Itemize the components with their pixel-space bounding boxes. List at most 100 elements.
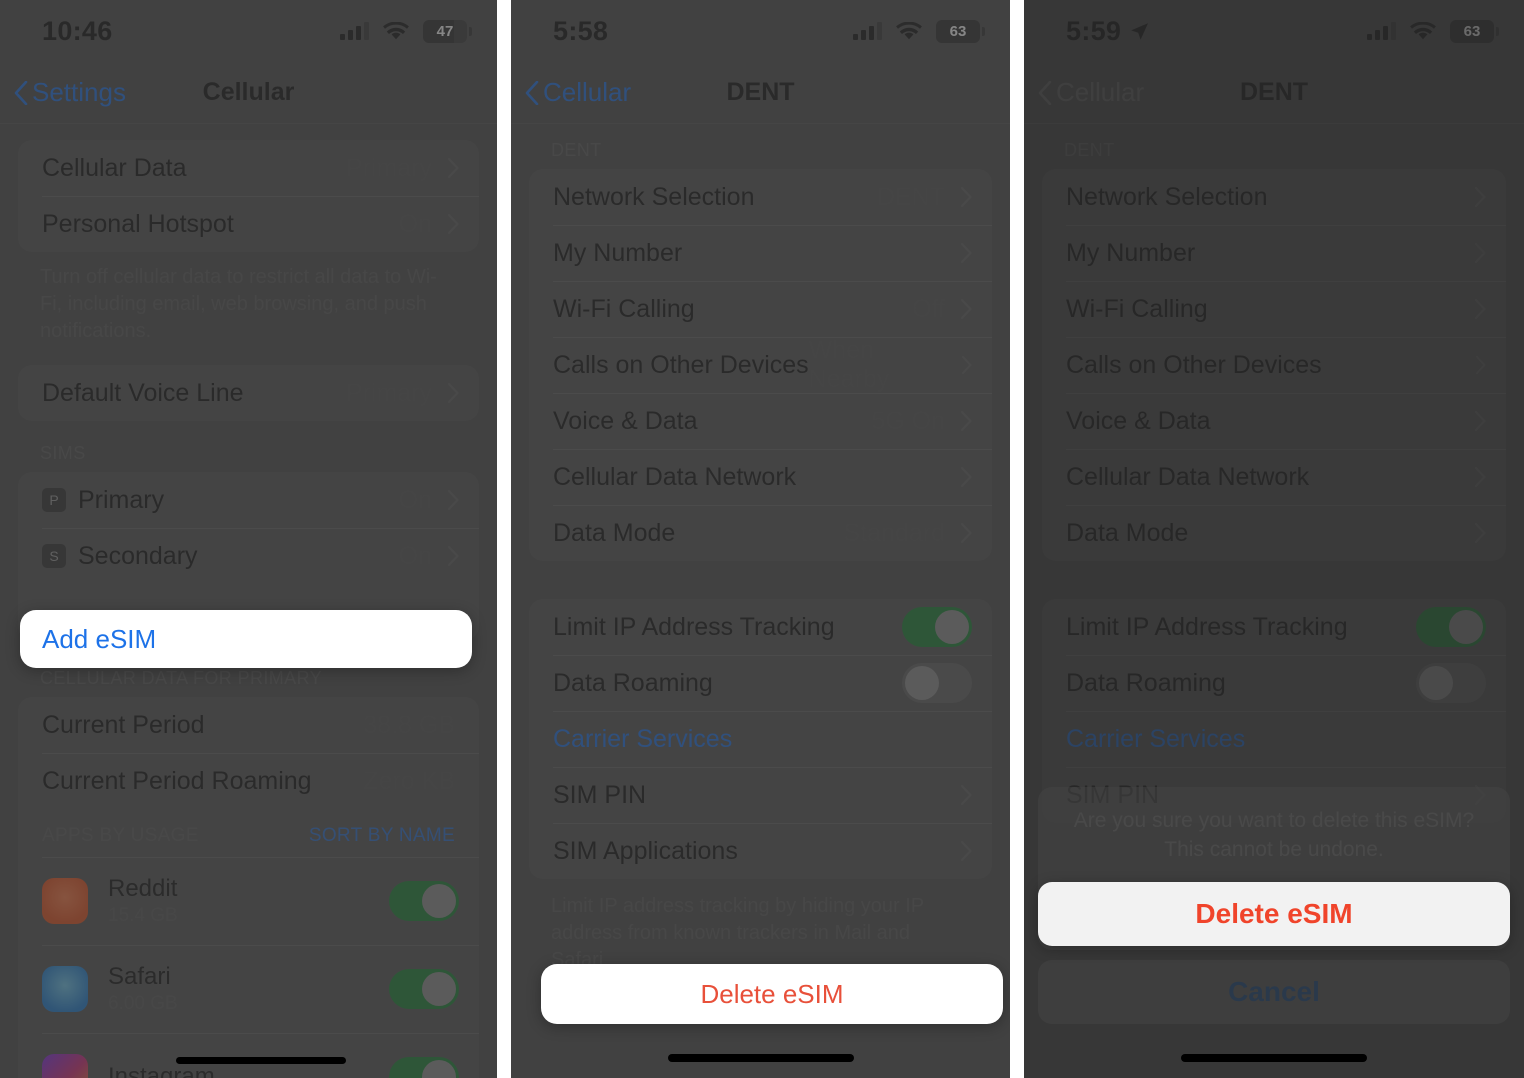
chevron-right-icon [448,383,459,403]
row-label: Default Voice Line [42,378,244,407]
row-label: Limit IP Address Tracking [1066,612,1348,641]
row-value: On [398,209,432,238]
row-default-voice-line[interactable]: Default Voice Line Primary [18,365,479,421]
dent-section-header: DENT [1064,140,1115,160]
battery-icon: 47 [423,19,472,43]
app-cellular-toggle[interactable] [389,881,459,921]
row-data-mode[interactable]: Data Mode Standard [1042,505,1506,561]
limit-ip-tracking-toggle[interactable] [902,607,972,647]
three-panel-screenshot-comparison: 10:46 47 Settings Cellular Cellular Data… [0,0,1524,1078]
delete-esim-button[interactable]: Delete eSIM [1038,882,1510,946]
back-button[interactable]: Cellular [1038,77,1144,108]
sim-primary-badge-icon: P [42,488,66,512]
home-indicator [1181,1054,1367,1062]
row-value: When Nearby [1321,336,1403,393]
row-label: Limit IP Address Tracking [553,612,835,641]
row-sim-secondary[interactable]: S Secondary On [18,528,479,584]
data-roaming-toggle[interactable] [1416,663,1486,703]
app-cellular-toggle[interactable] [389,969,459,1009]
row-network-selection[interactable]: Network Selection DENT [1042,169,1506,225]
row-label: Data Roaming [1066,668,1226,697]
limit-ip-tracking-toggle[interactable] [1416,607,1486,647]
app-row-instagram: Instagram [18,1033,479,1078]
default-voice-line-group: Default Voice Line Primary [18,365,479,421]
row-limit-ip-tracking: Limit IP Address Tracking [529,599,992,655]
row-label: Voice & Data [553,406,698,435]
status-time-text: 5:58 [553,15,609,46]
chevron-right-icon [1476,355,1486,375]
row-cellular-data-network[interactable]: Cellular Data Network [1042,449,1506,505]
phone-panel-dent-settings: 5:58 63 Cellular DENT DENT Network Selec… [511,0,1010,1078]
chevron-right-icon [448,490,459,510]
settings-list: DENT Network Selection DENT My Number Wi… [1024,124,1524,823]
status-time-text: 5:59 [1066,15,1122,46]
row-wifi-calling[interactable]: Wi-Fi Calling Off [1042,281,1506,337]
back-button[interactable]: Cellular [525,77,631,108]
chevron-right-icon [1475,187,1486,207]
chevron-right-icon [961,411,972,431]
back-button[interactable]: Settings [14,77,126,108]
row-cellular-data-network[interactable]: Cellular Data Network [529,449,992,505]
row-current-period-roaming: Current Period Roaming Zero KB [18,753,479,809]
row-voice-and-data[interactable]: Voice & Data 5G On [529,393,992,449]
toggle-knob [422,972,456,1006]
row-value: Primary [345,378,432,407]
phone-panel-delete-confirmation: 5:59 63 Cellular DENT DENT Network Selec… [1024,0,1524,1078]
row-label: Current Period [42,710,205,739]
row-wifi-calling[interactable]: Wi-Fi Calling Off [529,281,992,337]
add-esim-button[interactable]: Add eSIM [20,610,472,668]
row-calls-on-other-devices[interactable]: Calls on Other Devices When Nearby [529,336,992,393]
row-sim-primary[interactable]: P Primary On [18,472,479,528]
row-sim-applications[interactable]: SIM Applications [529,823,992,879]
chevron-right-icon [1475,523,1486,543]
row-sim-pin[interactable]: SIM PIN [529,767,992,823]
chevron-right-icon [448,158,459,178]
toggle-knob [422,1060,456,1078]
chevron-right-icon [1475,467,1486,487]
row-voice-and-data[interactable]: Voice & Data 5G On [1042,393,1506,449]
status-bar: 10:46 47 [0,0,497,62]
row-label: Cellular Data Network [1066,462,1310,491]
cancel-button[interactable]: Cancel [1038,960,1510,1024]
apps-by-usage-header: APPS BY USAGE SORT BY NAME [18,809,479,857]
chevron-right-icon [448,214,459,234]
toggle-knob [1419,666,1453,700]
row-calls-on-other-devices[interactable]: Calls on Other Devices When Nearby [1042,336,1506,393]
row-limit-ip-tracking: Limit IP Address Tracking [1042,599,1506,655]
row-value: When Nearby [808,336,890,393]
row-data-mode[interactable]: Data Mode Standard [529,505,992,561]
row-network-selection[interactable]: Network Selection DENT [529,169,992,225]
row-value: On [398,541,432,570]
row-my-number[interactable]: My Number [1042,225,1506,281]
cellular-data-group: Cellular Data Primary Personal Hotspot O… [18,140,479,252]
row-label: Personal Hotspot [42,209,234,238]
row-personal-hotspot[interactable]: Personal Hotspot On [18,196,479,252]
row-carrier-services[interactable]: Carrier Services [529,711,992,767]
app-cellular-toggle[interactable] [389,1057,459,1078]
sort-by-name-button[interactable]: SORT BY NAME [309,825,455,847]
chevron-right-icon [1475,243,1486,263]
data-roaming-toggle[interactable] [902,663,972,703]
delete-esim-label: Delete eSIM [1195,898,1353,929]
row-cellular-data[interactable]: Cellular Data Primary [18,140,479,196]
toggle-knob [935,610,969,644]
row-label: Network Selection [553,182,755,211]
battery-icon: 63 [936,19,985,43]
row-value: DENT [876,182,945,211]
row-label: Carrier Services [1066,724,1246,753]
battery-level: 63 [1463,22,1481,40]
row-value: On [398,485,432,514]
nav-bar: Cellular DENT [511,62,1010,124]
cellular-signal-icon [1367,22,1396,40]
instagram-app-icon [42,1054,88,1078]
delete-esim-label: Delete eSIM [700,978,844,1009]
row-carrier-services[interactable]: Carrier Services [1042,711,1506,767]
app-size: 15.4 GB [108,905,178,927]
row-label: Voice & Data [1066,406,1211,435]
row-my-number[interactable]: My Number [529,225,992,281]
chevron-right-icon [961,243,972,263]
row-label: Data Roaming [553,668,713,697]
chevron-left-icon [525,80,539,105]
row-value: Off [1426,294,1459,323]
delete-esim-button[interactable]: Delete eSIM [541,964,1003,1024]
